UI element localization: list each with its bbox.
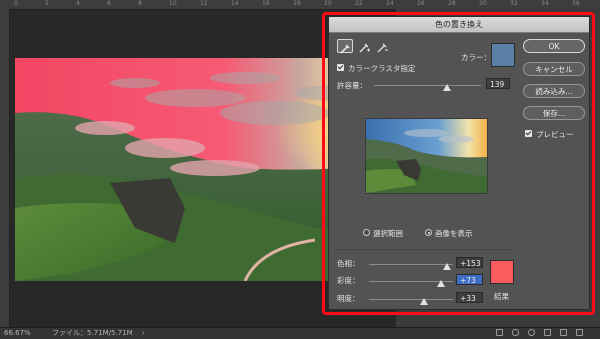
- saturation-slider-thumb[interactable]: [437, 280, 446, 287]
- ruler-tick-label: 10: [169, 0, 177, 7]
- link-icon[interactable]: [496, 329, 503, 336]
- left-ruler: [0, 9, 10, 327]
- cluster-label: カラークラスタ指定: [348, 64, 416, 73]
- tolerance-slider[interactable]: [374, 85, 481, 86]
- ruler-tick-label: 18: [293, 0, 301, 7]
- trash-icon[interactable]: [576, 329, 583, 336]
- adjustment-icon[interactable]: [528, 329, 535, 336]
- saturation-input[interactable]: +73: [456, 274, 483, 285]
- ruler-tick-label: 34: [541, 0, 549, 7]
- ruler-tick-label: 16: [262, 0, 270, 7]
- ruler-tick-label: 12: [200, 0, 208, 7]
- lightness-slider-thumb[interactable]: [420, 298, 429, 305]
- radio-selection-label: 選択範囲: [373, 229, 403, 238]
- ruler-tick-label: 14: [231, 0, 239, 7]
- status-bar: 66.67% ファイル：5.71M/5.71M ›: [0, 327, 600, 339]
- ruler-tick-label: 4: [76, 0, 80, 7]
- eyedropper-plus-icon[interactable]: [357, 39, 373, 53]
- new-layer-icon[interactable]: [560, 329, 567, 336]
- folder-icon[interactable]: [544, 329, 551, 336]
- target-color-swatch[interactable]: [491, 43, 515, 67]
- lightness-label: 明度：: [337, 294, 360, 303]
- ruler-tick-label: 22: [355, 0, 363, 7]
- ruler-tick-label: 26: [417, 0, 425, 7]
- lightness-slider[interactable]: [369, 299, 453, 300]
- eyedropper-minus-icon[interactable]: [375, 39, 391, 53]
- cancel-button[interactable]: キャンセル: [523, 62, 585, 76]
- ruler-tick-label: 0: [14, 0, 18, 7]
- result-label: 結果: [494, 292, 509, 301]
- ruler-tick-label: 32: [510, 0, 518, 7]
- preview-thumbnail: [365, 118, 488, 194]
- save-button[interactable]: 保存...: [523, 106, 585, 120]
- tolerance-label: 許容量：: [337, 81, 367, 90]
- ruler-tick-label: 28: [448, 0, 456, 7]
- ruler-tick-label: 2: [45, 0, 49, 7]
- file-info: ファイル：5.71M/5.71M: [52, 329, 133, 337]
- tolerance-input[interactable]: 139: [486, 78, 510, 89]
- color-label: カラー：: [461, 53, 491, 62]
- hue-slider[interactable]: [369, 264, 453, 265]
- dialog-title: 色の置き換え: [329, 17, 589, 33]
- preview-checkbox[interactable]: [525, 130, 532, 137]
- result-color-swatch[interactable]: [490, 260, 514, 284]
- cluster-checkbox[interactable]: [337, 64, 344, 71]
- tolerance-slider-thumb[interactable]: [442, 84, 451, 91]
- hue-label: 色相：: [337, 259, 360, 268]
- radio-selection[interactable]: [363, 229, 370, 236]
- zoom-level[interactable]: 66.67%: [4, 328, 31, 339]
- ruler-tick-label: 6: [107, 0, 111, 7]
- divider: [334, 249, 515, 250]
- ruler-tick-label: 8: [138, 0, 142, 7]
- load-button[interactable]: 読み込み...: [523, 84, 585, 98]
- eyedropper-icon[interactable]: [337, 39, 353, 54]
- mask-icon[interactable]: [512, 329, 519, 336]
- ruler-tick-label: 30: [479, 0, 487, 7]
- replace-color-dialog: 色の置き換え カラー： カラークラスタ指定 許容量： 139 選択範囲 画像を表…: [328, 16, 590, 310]
- ruler-tick-label: 24: [386, 0, 394, 7]
- saturation-label: 彩度：: [337, 276, 360, 285]
- hue-slider-thumb[interactable]: [443, 263, 452, 270]
- ok-button[interactable]: OK: [523, 39, 585, 53]
- status-menu-arrow[interactable]: ›: [142, 328, 145, 339]
- radio-image-label: 画像を表示: [435, 229, 473, 238]
- ruler-tick-label: 36: [572, 0, 580, 7]
- hue-input[interactable]: +153: [456, 257, 483, 268]
- radio-image[interactable]: [425, 229, 432, 236]
- preview-label: プレビュー: [536, 130, 574, 139]
- lightness-input[interactable]: +33: [456, 292, 483, 303]
- ruler-tick-label: 20: [324, 0, 332, 7]
